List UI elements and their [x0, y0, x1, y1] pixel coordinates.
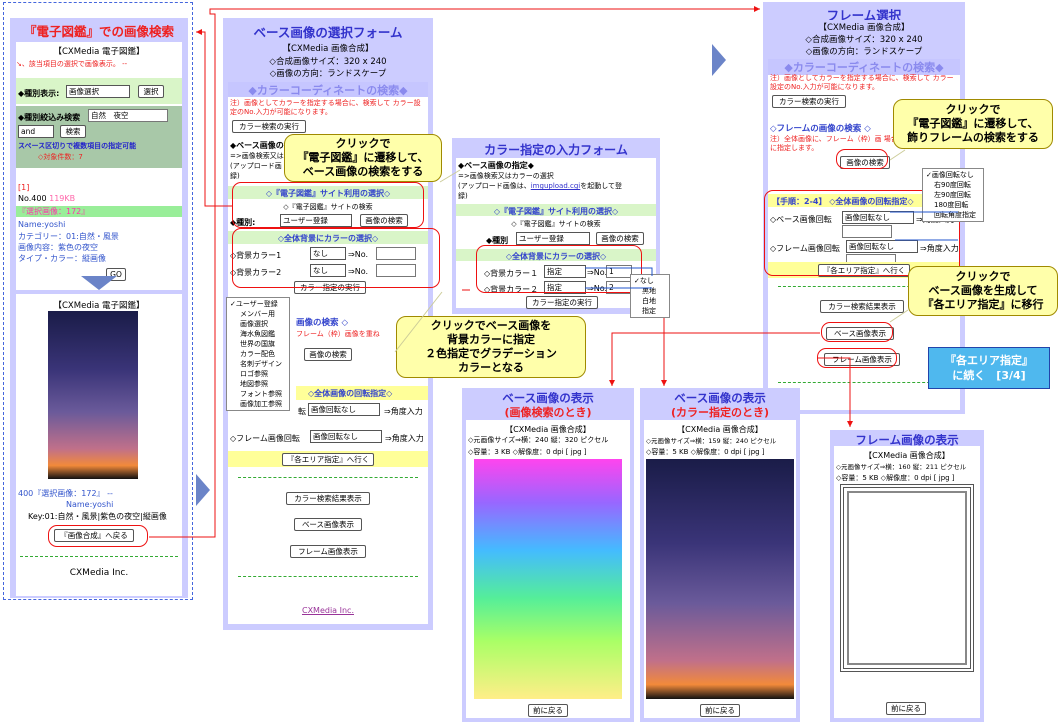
connector-lines	[149, 6, 958, 538]
